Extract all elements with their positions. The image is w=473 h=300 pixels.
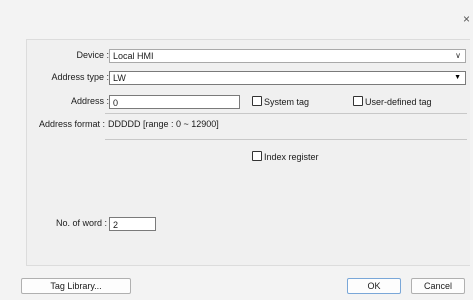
address-type-label: Address type : [51,72,109,82]
address-type-select[interactable]: LW ▼ [109,71,466,85]
address-panel: Device : Local HMI ∨ Address type : LW ▼… [26,39,470,266]
checkbox-box [353,96,363,106]
device-select[interactable]: Local HMI ∨ [109,49,466,63]
user-defined-tag-label: User-defined tag [365,97,432,107]
system-tag-checkbox[interactable]: System tag [252,96,309,108]
checkbox-box [252,96,262,106]
cancel-button[interactable]: Cancel [411,278,465,294]
address-input[interactable]: 0 [109,95,240,109]
no-of-word-label: No. of word : [55,218,107,228]
address-label: Address : [70,96,109,106]
index-register-checkbox[interactable]: Index register [252,151,319,163]
tag-library-button[interactable]: Tag Library... [21,278,131,294]
address-value: 0 [113,98,119,108]
checkbox-box [252,151,262,161]
address-format-value: DDDDD [range : 0 ~ 12900] [108,119,219,129]
ok-button[interactable]: OK [347,278,401,294]
address-format-label: Address format : [38,119,105,129]
no-of-word-value: 2 [113,220,119,230]
index-register-label: Index register [264,152,319,162]
close-icon[interactable]: × [463,13,470,25]
device-label: Device : [76,50,109,60]
device-value: Local HMI [113,51,154,61]
dropdown-arrow-icon: ▼ [454,74,461,81]
address-dialog: × Device : Local HMI ∨ Address type : LW… [0,0,473,300]
user-defined-tag-checkbox[interactable]: User-defined tag [353,96,432,108]
no-of-word-input[interactable]: 2 [109,217,156,231]
address-type-value: LW [113,73,126,83]
system-tag-label: System tag [264,97,310,107]
chevron-down-icon: ∨ [455,51,461,60]
